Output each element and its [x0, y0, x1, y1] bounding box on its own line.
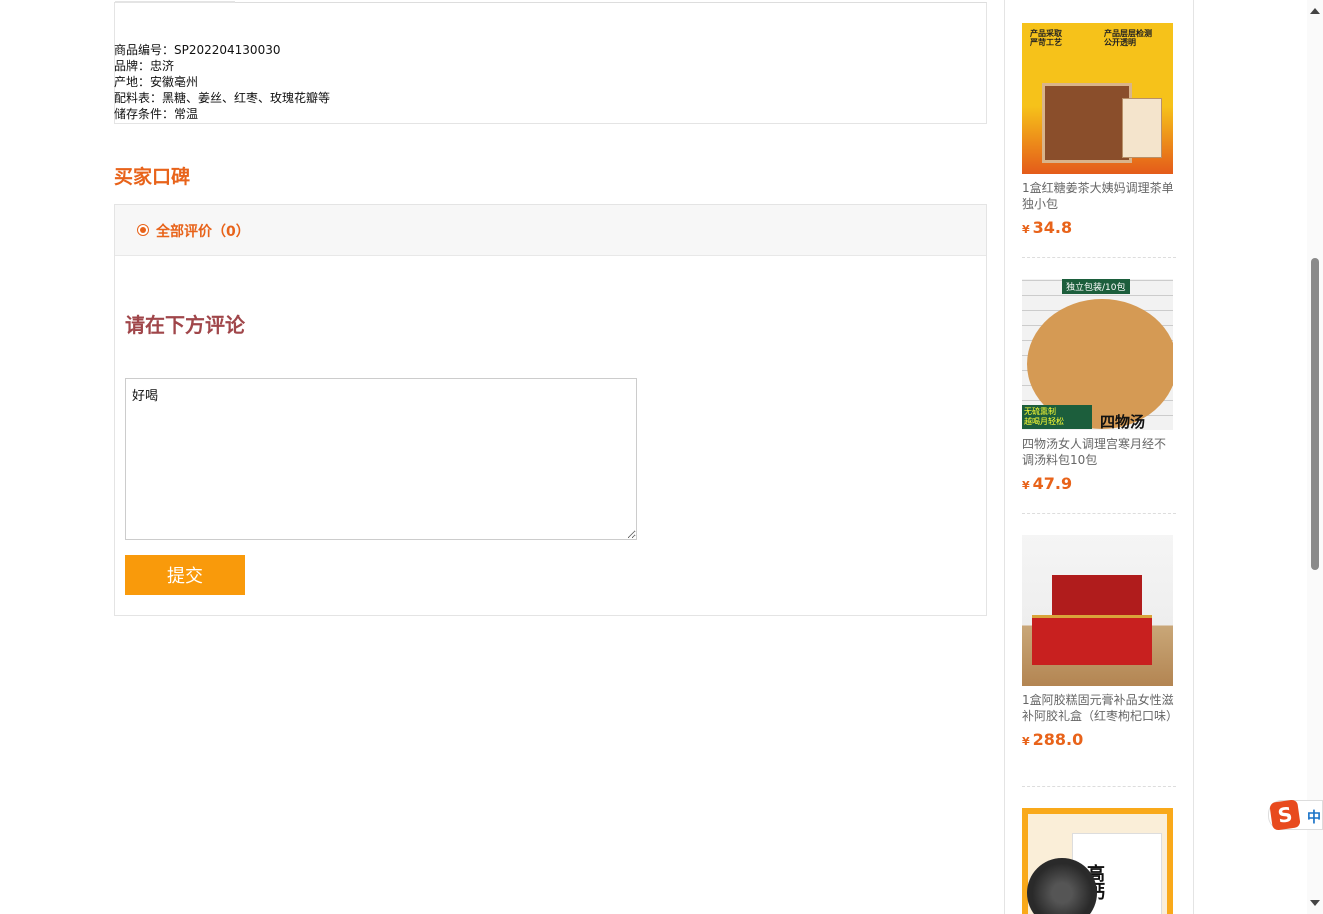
currency-symbol: ¥ [1022, 735, 1030, 748]
sidebar-product[interactable]: 1盒阿胶糕固元膏补品女性滋补阿胶礼盒（红枣枸杞口味） ¥288.0 [1022, 535, 1178, 749]
spec-origin: 产地：安徽亳州 [114, 75, 199, 89]
currency-symbol: ¥ [1022, 223, 1030, 236]
page-scrollbar[interactable] [1307, 0, 1323, 914]
product-name[interactable]: 1盒红糖姜茶大姨妈调理茶单独小包 [1022, 180, 1176, 212]
tab-all-reviews[interactable]: 全部评价（0） [156, 221, 250, 241]
price-value: 288.0 [1032, 730, 1084, 749]
review-tabs: 全部评价（0） [115, 205, 986, 256]
product-thumbnail[interactable]: 高钙 [1022, 808, 1173, 914]
spec-list: 商品编号：SP202204130030 品牌：忠济 产地：安徽亳州 配料表：黑糖… [114, 42, 330, 122]
detail-tab-strip [115, 1, 235, 3]
sidebar-divider [1022, 513, 1176, 514]
thumb-caption: 产品采取 严苛工艺 [1030, 29, 1062, 47]
scroll-down-icon[interactable] [1310, 900, 1320, 906]
ime-mode-label[interactable]: 中 [1307, 807, 1321, 827]
product-thumbnail[interactable]: 独立包装/10包 无硫熏制 越喝月轻松 四物汤 [1022, 279, 1173, 430]
product-thumbnail[interactable]: 产品采取 严苛工艺 产品层层检测 公开透明 [1022, 23, 1173, 174]
product-thumbnail[interactable] [1022, 535, 1173, 686]
product-price: ¥47.9 [1022, 474, 1176, 493]
price-value: 47.9 [1032, 474, 1073, 493]
review-panel: 全部评价（0） 请在下方评论 提交 [114, 204, 987, 616]
spec-code: 商品编号：SP202204130030 [114, 43, 281, 57]
thumb-badge: 无硫熏制 越喝月轻松 [1022, 405, 1092, 429]
product-price: ¥288.0 [1022, 730, 1176, 749]
product-price: ¥34.8 [1022, 218, 1176, 237]
sidebar-product[interactable]: 产品采取 严苛工艺 产品层层检测 公开透明 1盒红糖姜茶大姨妈调理茶单独小包 ¥… [1022, 23, 1176, 237]
spec-storage: 储存条件：常温 [114, 107, 199, 121]
sidebar-divider [1022, 257, 1176, 258]
scrollbar-thumb[interactable] [1311, 258, 1319, 570]
product-name[interactable]: 1盒阿胶糕固元膏补品女性滋补阿胶礼盒（红枣枸杞口味） [1022, 692, 1178, 724]
sogou-logo-icon: S [1269, 799, 1301, 831]
sidebar-product[interactable]: 高钙 [1022, 808, 1176, 914]
tea-box-image [1042, 83, 1132, 163]
scroll-up-icon[interactable] [1310, 8, 1320, 14]
product-name[interactable]: 四物汤女人调理宫寒月经不调汤料包10包 [1022, 436, 1176, 468]
thumb-caption: 产品层层检测 公开透明 [1104, 29, 1152, 47]
tea-card-image [1122, 98, 1162, 158]
price-value: 34.8 [1032, 218, 1073, 237]
tab-all-radio[interactable] [137, 224, 149, 236]
comment-heading: 请在下方评论 [125, 313, 245, 337]
spec-brand: 品牌：忠济 [114, 59, 175, 73]
comment-textarea[interactable] [125, 378, 637, 540]
thumb-title: 四物汤 [1100, 413, 1146, 430]
ime-toolbar[interactable]: S 中 [1268, 799, 1323, 831]
thumb-tag: 独立包装/10包 [1062, 279, 1130, 294]
sidebar-divider [1022, 786, 1176, 787]
recommend-sidebar: 产品采取 严苛工艺 产品层层检测 公开透明 1盒红糖姜茶大姨妈调理茶单独小包 ¥… [1004, 0, 1194, 914]
reviews-title: 买家口碑 [114, 166, 191, 188]
gift-box-image [1032, 615, 1152, 665]
sidebar-product[interactable]: 独立包装/10包 无硫熏制 越喝月轻松 四物汤 四物汤女人调理宫寒月经不调汤料包… [1022, 279, 1176, 493]
spec-ingredients: 配料表：黑糖、姜丝、红枣、玫瑰花瓣等 [114, 91, 331, 105]
currency-symbol: ¥ [1022, 479, 1030, 492]
submit-button[interactable]: 提交 [125, 555, 245, 595]
